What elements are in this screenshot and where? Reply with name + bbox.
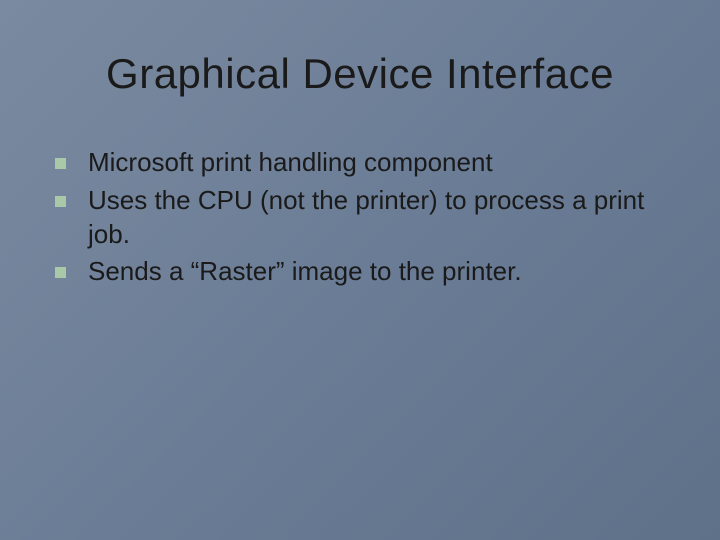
slide-title: Graphical Device Interface: [0, 0, 720, 128]
list-item: Sends a “Raster” image to the printer.: [55, 255, 690, 289]
list-item: Uses the CPU (not the printer) to proces…: [55, 184, 690, 252]
slide: Graphical Device Interface Microsoft pri…: [0, 0, 720, 540]
bullet-text: Microsoft print handling component: [88, 146, 493, 180]
bullet-text: Uses the CPU (not the printer) to proces…: [88, 184, 690, 252]
list-item: Microsoft print handling component: [55, 146, 690, 180]
square-bullet-icon: [55, 267, 66, 278]
square-bullet-icon: [55, 196, 66, 207]
slide-content: Microsoft print handling component Uses …: [0, 128, 720, 289]
bullet-text: Sends a “Raster” image to the printer.: [88, 255, 522, 289]
square-bullet-icon: [55, 158, 66, 169]
